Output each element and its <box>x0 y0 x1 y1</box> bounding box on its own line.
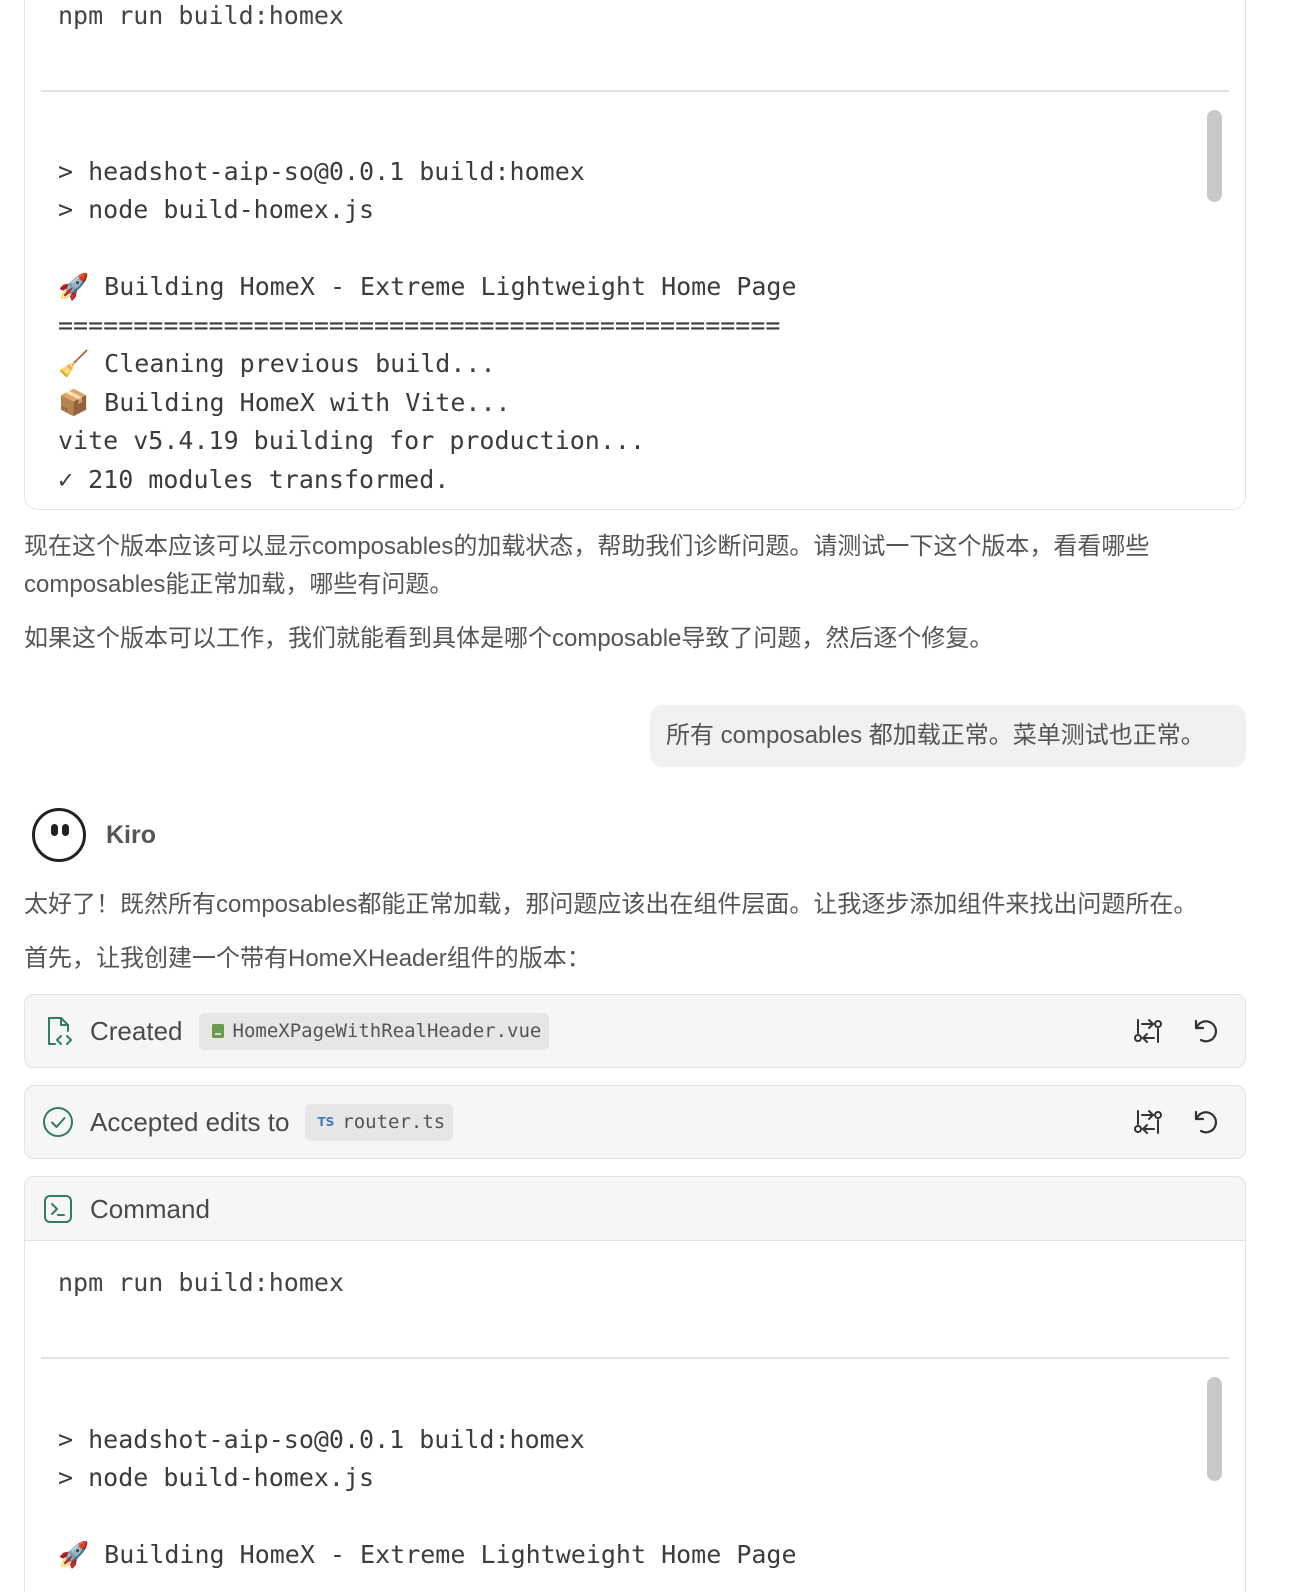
created-file-card: Created HomeXPageWithRealHeader.vue <box>24 994 1246 1068</box>
vue-file-icon <box>211 1023 225 1039</box>
assistant-name: Kiro <box>106 820 156 849</box>
terminal-command: npm run build:homex <box>58 1 344 30</box>
terminal-divider <box>41 1357 1229 1359</box>
file-chip-vue[interactable]: HomeXPageWithRealHeader.vue <box>198 1012 550 1050</box>
file-code-icon <box>41 1014 75 1048</box>
terminal-line: > node build-homex.js <box>58 1463 375 1492</box>
kiro-avatar-icon <box>32 808 86 862</box>
terminal-scrollbar[interactable] <box>1207 1377 1222 1481</box>
terminal-output: > headshot-aip-so@0.0.1 build:homex > no… <box>58 1382 1205 1575</box>
terminal-icon <box>41 1192 75 1226</box>
terminal-output-card: npm run build:homex > headshot-aip-so@0.… <box>24 1240 1246 1592</box>
command-header[interactable]: Command <box>24 1176 1246 1241</box>
created-label: Created <box>90 1015 183 1046</box>
terminal-line: 🧹 Cleaning previous build... <box>58 349 496 378</box>
assistant-paragraph: 首先，让我创建一个带有HomeXHeader组件的版本： <box>24 945 591 972</box>
accepted-edits-card: Accepted edits to TS router.ts <box>24 1085 1246 1159</box>
accepted-label: Accepted edits to <box>90 1106 290 1137</box>
assistant-paragraph: 如果这个版本可以工作，我们就能看到具体是哪个composable导致了问题，然后… <box>24 625 994 652</box>
assistant-paragraph-line: composables能正常加载，哪些有问题。 <box>24 571 454 598</box>
action-tools <box>1131 995 1221 1067</box>
terminal-divider <box>41 90 1229 92</box>
view-diff-button[interactable] <box>1131 1014 1165 1048</box>
check-circle-icon <box>41 1105 75 1139</box>
terminal-line: > node build-homex.js <box>58 195 375 224</box>
terminal-command: npm run build:homex <box>58 1268 344 1297</box>
ts-file-icon: TS <box>317 1115 335 1129</box>
revert-button[interactable] <box>1187 1105 1221 1139</box>
terminal-line: 📦 Building HomeX with Vite... <box>58 387 511 417</box>
revert-button[interactable] <box>1187 1014 1221 1048</box>
file-name: HomeXPageWithRealHeader.vue <box>232 1020 542 1042</box>
assistant-paragraph-line: 现在这个版本应该可以显示composables的加载状态，帮助我们诊断问题。请测… <box>24 533 1150 560</box>
terminal-output: > headshot-aip-so@0.0.1 build:homex > no… <box>58 114 1205 499</box>
terminal-line: ========================================… <box>58 310 781 340</box>
terminal-scrollbar[interactable] <box>1207 110 1222 202</box>
terminal-line: vite v5.4.19 building for production... <box>58 426 645 455</box>
terminal-line: 🚀 Building HomeX - Extreme Lightweight H… <box>58 1540 797 1569</box>
assistant-header: Kiro <box>32 808 156 862</box>
terminal-line: > headshot-aip-so@0.0.1 build:homex <box>58 1424 585 1454</box>
file-name: router.ts <box>342 1111 446 1133</box>
terminal-line: 🚀 Building HomeX - Extreme Lightweight H… <box>58 272 797 301</box>
action-tools <box>1131 1086 1221 1158</box>
terminal-output-card: npm run build:homex > headshot-aip-so@0.… <box>24 0 1246 510</box>
assistant-paragraph: 现在这个版本应该可以显示composables的加载状态，帮助我们诊断问题。请测… <box>24 528 1264 604</box>
terminal-line: > headshot-aip-so@0.0.1 build:homex <box>58 156 585 186</box>
file-chip-ts[interactable]: TS router.ts <box>305 1103 454 1141</box>
view-diff-button[interactable] <box>1131 1105 1165 1139</box>
assistant-paragraph: 太好了！既然所有composables都能正常加载，那问题应该出在组件层面。让我… <box>24 891 1198 918</box>
user-message-bubble: 所有 composables 都加载正常。菜单测试也正常。 <box>650 705 1246 767</box>
command-label: Command <box>90 1193 210 1224</box>
terminal-line: ✓ 210 modules transformed. <box>58 464 450 494</box>
